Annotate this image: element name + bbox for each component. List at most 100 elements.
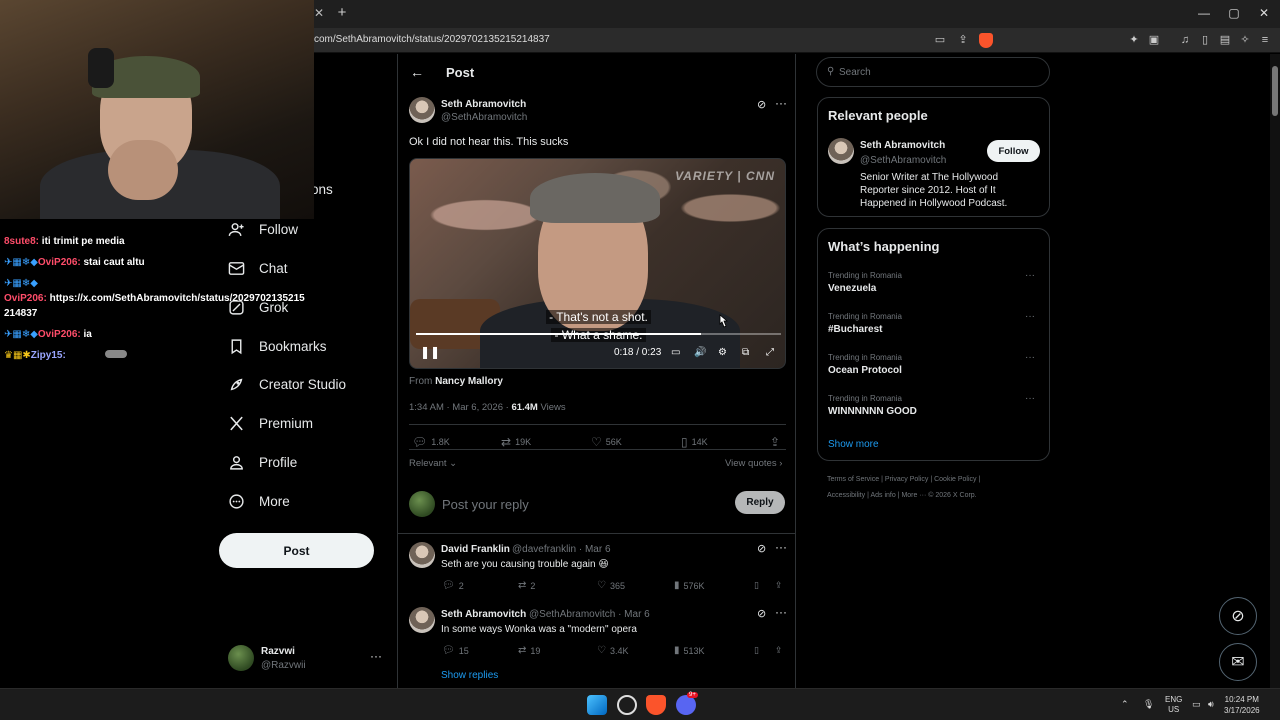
wallet-icon[interactable]: ▣ xyxy=(1147,33,1161,47)
like-action[interactable]: ♡ 365 xyxy=(597,580,625,591)
extensions-icon[interactable]: ✦ xyxy=(1127,33,1141,47)
from-name[interactable]: Nancy Mallory xyxy=(435,376,503,387)
comment-more-icon[interactable]: ··· xyxy=(775,605,787,619)
view-quotes-link[interactable]: View quotes › xyxy=(725,458,782,469)
url-field[interactable]: com/SethAbramovitch/status/2029702135215… xyxy=(314,34,550,45)
pause-icon[interactable]: ❚❚ xyxy=(420,345,440,359)
back-arrow-icon[interactable]: ← xyxy=(410,64,424,80)
nav-item-creator-studio[interactable]: Creator Studio xyxy=(227,372,346,396)
post-more-icon[interactable]: ··· xyxy=(775,96,787,110)
repost-action[interactable]: ⇄ 2 xyxy=(518,580,535,591)
author-name[interactable]: Seth Abramovitch xyxy=(441,99,526,110)
pip-icon[interactable]: ⧉ xyxy=(742,347,749,358)
share-icon[interactable]: ⇪ xyxy=(775,645,783,656)
windows-start-icon[interactable] xyxy=(587,695,607,715)
maximize-button[interactable]: ▢ xyxy=(1219,4,1249,22)
nav-item-follow[interactable]: Follow xyxy=(227,217,298,241)
bookmark-action[interactable]: ▯ 14K xyxy=(681,435,708,449)
reply-input[interactable] xyxy=(442,494,722,514)
captions-icon[interactable]: ▭ xyxy=(671,347,680,358)
messages-float-button[interactable]: ✉ xyxy=(1219,643,1257,681)
menu-icon[interactable]: ≡ xyxy=(1258,33,1272,47)
tray-chevron-icon[interactable]: ⌃ xyxy=(1121,699,1129,710)
search-box[interactable]: ⚲ xyxy=(816,57,1050,87)
views-action[interactable]: ▮ 513K xyxy=(674,645,705,656)
share-action[interactable]: ⇪ xyxy=(770,435,784,449)
close-window-button[interactable]: ✕ xyxy=(1249,4,1279,22)
volume-icon[interactable]: 🔊︎ xyxy=(1208,699,1214,710)
trend-more-icon[interactable]: ··· xyxy=(1025,270,1035,281)
fullscreen-icon[interactable]: ⤢ xyxy=(766,347,774,358)
like-action[interactable]: ♡ 3.4K xyxy=(597,645,628,656)
author-avatar[interactable] xyxy=(409,97,435,123)
bookmark-icon[interactable]: ▯ xyxy=(754,580,759,591)
trend-more-icon[interactable]: ··· xyxy=(1025,393,1035,404)
comment-author-handle[interactable]: @davefranklin · Mar 6 xyxy=(512,544,611,555)
music-icon[interactable]: ♫ xyxy=(1178,33,1192,47)
display-icon[interactable]: ▭ xyxy=(1192,699,1201,710)
footer-links[interactable]: Accessibility | Ads info | More ··· © 20… xyxy=(827,492,977,499)
account-switcher[interactable]: Razvwi @Razvwii ··· xyxy=(228,645,388,675)
taskbar-clock[interactable]: 10:24 PM 3/17/2026 xyxy=(1224,694,1260,716)
show-more-link[interactable]: Show more xyxy=(828,439,879,450)
grok-explain-icon[interactable]: ⊘ xyxy=(757,98,766,111)
nav-item-bookmarks[interactable]: Bookmarks xyxy=(227,334,327,358)
relevant-avatar[interactable] xyxy=(828,138,854,164)
grok-explain-icon[interactable]: ⊘ xyxy=(757,542,766,555)
comment-avatar[interactable] xyxy=(409,542,435,568)
nav-item-profile[interactable]: Profile xyxy=(227,450,297,474)
wallet2-icon[interactable]: ▤ xyxy=(1218,33,1232,47)
minimize-button[interactable]: — xyxy=(1189,4,1219,22)
comment-avatar[interactable] xyxy=(409,607,435,633)
nav-item-premium[interactable]: Premium xyxy=(227,411,313,435)
trend-more-icon[interactable]: ··· xyxy=(1025,311,1035,322)
app-icon[interactable] xyxy=(617,695,637,715)
brave-icon[interactable] xyxy=(646,695,666,715)
reply-action[interactable]: 💬︎ 2 xyxy=(442,580,464,591)
grok-explain-icon[interactable]: ⊘ xyxy=(757,607,766,620)
like-action[interactable]: ♡ 56K xyxy=(591,435,622,449)
settings-icon[interactable]: ⚙ xyxy=(718,347,727,358)
repost-action[interactable]: ⇄ 19K xyxy=(501,435,531,449)
author-handle[interactable]: @SethAbramovitch xyxy=(441,112,527,123)
comment-author-name[interactable]: Seth Abramovitch xyxy=(441,609,526,620)
scrollbar-thumb[interactable] xyxy=(1272,66,1278,116)
follow-button[interactable]: Follow xyxy=(987,140,1040,162)
nav-item-more[interactable]: More xyxy=(227,489,290,513)
brave-shield-icon[interactable] xyxy=(979,33,993,48)
share-icon[interactable]: ⇪ xyxy=(956,33,970,47)
volume-icon[interactable]: 🔊 xyxy=(694,347,706,358)
reply-action[interactable]: 💬︎ 1.8K xyxy=(412,435,450,449)
nav-item-chat[interactable]: Chat xyxy=(227,256,288,280)
post-timestamp[interactable]: 1:34 AM · Mar 6, 2026 · xyxy=(409,402,511,413)
cast-icon[interactable]: ▭ xyxy=(933,33,947,47)
views-action[interactable]: ▮ 576K xyxy=(674,580,705,591)
show-replies-link[interactable]: Show replies xyxy=(441,670,498,681)
microphone-icon[interactable]: 🎙︎ xyxy=(1143,699,1154,710)
repost-action[interactable]: ⇄ 19 xyxy=(518,645,540,656)
post-button[interactable]: Post xyxy=(219,533,374,568)
language-indicator[interactable]: ENG US xyxy=(1165,695,1182,715)
relevant-handle[interactable]: @SethAbramovitch xyxy=(860,155,946,166)
page-scrollbar[interactable] xyxy=(1270,54,1280,688)
leo-icon[interactable]: ✧ xyxy=(1238,33,1252,47)
reply-action[interactable]: 💬︎ 15 xyxy=(442,645,469,656)
trend-more-icon[interactable]: ··· xyxy=(1025,352,1035,363)
reply-button[interactable]: Reply xyxy=(735,491,785,514)
comment-author-name[interactable]: David Franklin xyxy=(441,544,510,555)
new-tab-icon[interactable]: + xyxy=(334,4,350,22)
relevant-name[interactable]: Seth Abramovitch xyxy=(860,140,945,151)
video-progress[interactable] xyxy=(416,333,781,335)
comment-more-icon[interactable]: ··· xyxy=(775,540,787,554)
footer-links[interactable]: Terms of Service | Privacy Policy | Cook… xyxy=(827,476,980,483)
bookmark-icon[interactable]: ▯ xyxy=(754,645,759,656)
search-input[interactable] xyxy=(839,64,1039,80)
comment-author-handle[interactable]: @SethAbramovitch · Mar 6 xyxy=(529,609,650,620)
video-player[interactable]: VARIETY | CNN - That's not a shot. - Wha… xyxy=(409,158,786,369)
sidebar-toggle-icon[interactable]: ▯ xyxy=(1198,33,1212,47)
discord-icon[interactable] xyxy=(676,695,696,715)
sort-dropdown[interactable]: Relevant ⌄ xyxy=(409,458,457,469)
share-icon[interactable]: ⇪ xyxy=(775,580,783,591)
grok-float-button[interactable]: ⊘ xyxy=(1219,597,1257,635)
tab-close-icon[interactable]: ✕ xyxy=(312,6,326,20)
